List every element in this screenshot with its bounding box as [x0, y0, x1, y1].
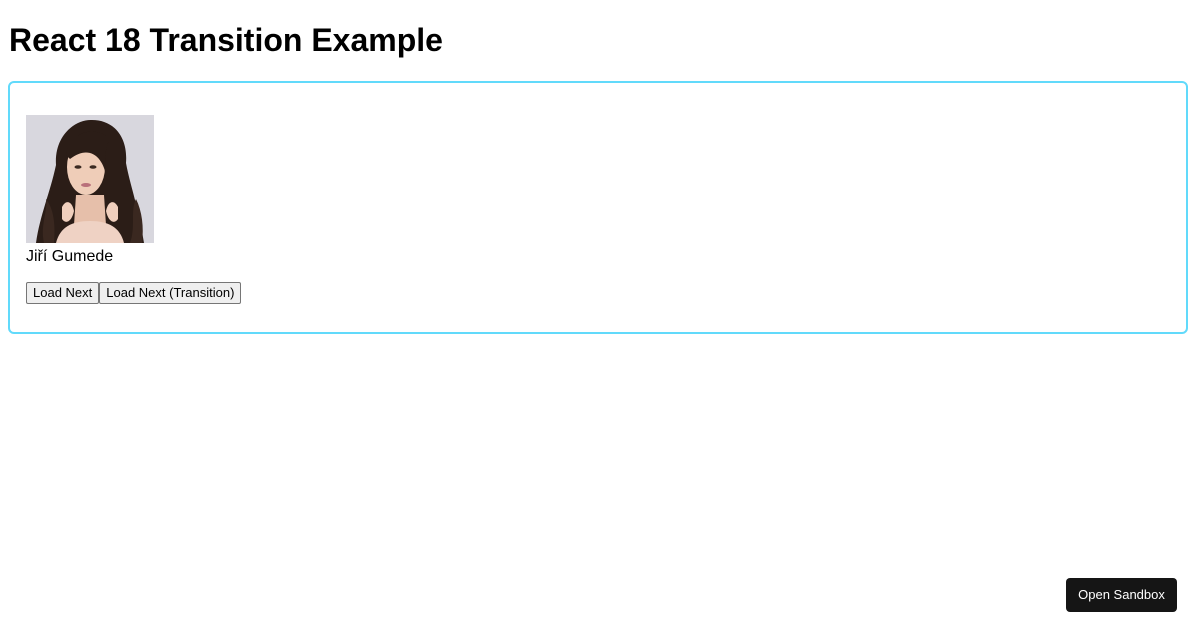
page: React 18 Transition Example Jiří Gumede …: [0, 0, 1200, 630]
button-row: Load Next Load Next (Transition): [26, 282, 242, 304]
avatar: [26, 115, 154, 243]
open-sandbox-button[interactable]: Open Sandbox: [1066, 578, 1177, 612]
profile-card: Jiří Gumede Load Next Load Next (Transit…: [8, 81, 1188, 334]
portrait-photo: [26, 115, 154, 243]
load-next-button[interactable]: Load Next: [26, 282, 100, 304]
load-next-transition-button[interactable]: Load Next (Transition): [99, 282, 242, 304]
page-title: React 18 Transition Example: [9, 22, 443, 58]
person-name: Jiří Gumede: [26, 248, 114, 265]
